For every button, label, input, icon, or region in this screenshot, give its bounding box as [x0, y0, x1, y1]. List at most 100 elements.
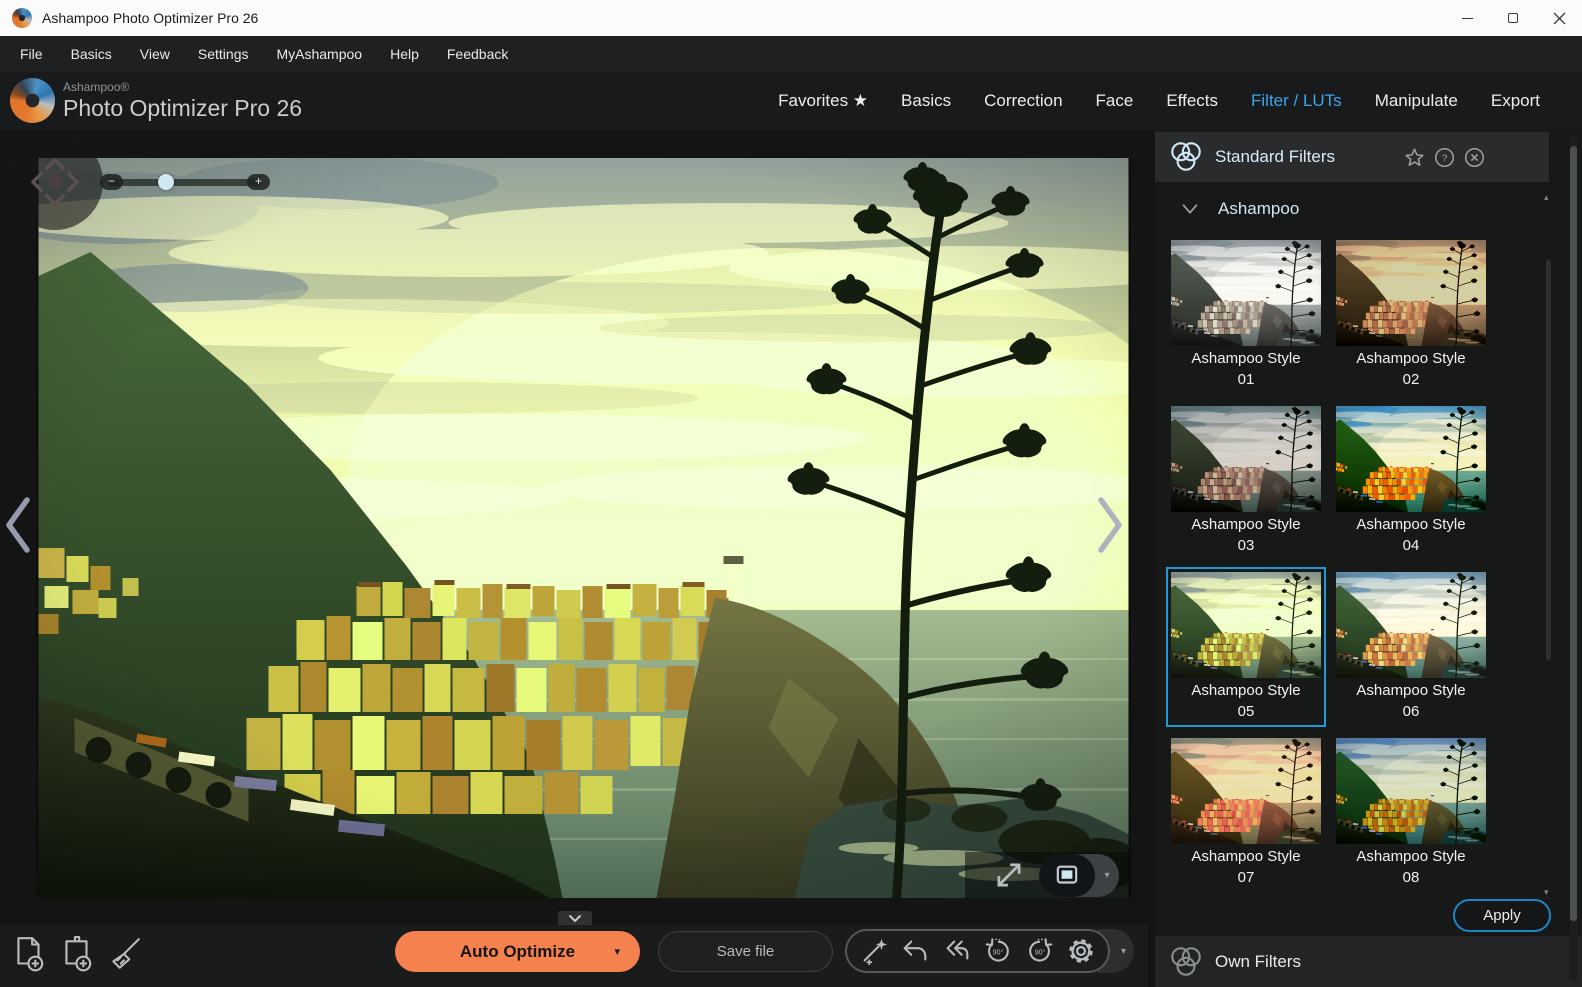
chevron-down-icon [568, 914, 582, 923]
menu-view[interactable]: View [126, 36, 184, 72]
collapse-toolbar-button[interactable] [558, 911, 592, 926]
close-button[interactable] [1536, 0, 1582, 36]
auto-optimize-label: Auto Optimize [460, 942, 575, 962]
filter-list-scrollbar[interactable] [1546, 230, 1551, 692]
filter-thumbnail [1171, 738, 1321, 844]
filter-number: 03 [1171, 535, 1321, 556]
menu-myashampoo[interactable]: MyAshampoo [262, 36, 376, 72]
pan-control[interactable] [7, 134, 103, 230]
tab-face[interactable]: Face [1096, 91, 1134, 111]
maximize-button[interactable] [1490, 0, 1536, 36]
filter-tile-03[interactable]: Ashampoo Style 03 [1166, 401, 1326, 561]
filter-tile-grid: Ashampoo Style 01 Ashampoo Style 02 As [1166, 235, 1496, 893]
scroll-down-icon[interactable]: ▾ [1544, 887, 1549, 898]
broom-icon [107, 935, 143, 973]
close-icon [1553, 12, 1566, 25]
photo-preview[interactable] [36, 158, 1131, 898]
apply-button[interactable]: Apply [1453, 899, 1551, 932]
filter-number: 04 [1336, 535, 1486, 556]
own-filters-label: Own Filters [1215, 952, 1301, 972]
filter-tile-02[interactable]: Ashampoo Style 02 [1331, 235, 1491, 395]
filter-tile-04[interactable]: Ashampoo Style 04 [1331, 401, 1491, 561]
menu-basics[interactable]: Basics [57, 36, 126, 72]
filter-thumbnail [1171, 406, 1321, 512]
tab-favorites[interactable]: Favorites ★ [778, 91, 868, 111]
auto-optimize-button[interactable]: Auto Optimize ▾ [395, 931, 640, 972]
filter-tile-01[interactable]: Ashampoo Style 01 [1166, 235, 1326, 395]
tab-manipulate[interactable]: Manipulate [1375, 91, 1458, 111]
panel-title: Standard Filters [1215, 147, 1404, 167]
standard-filters-icon [1167, 138, 1205, 176]
clear-list-button[interactable] [106, 932, 144, 976]
magic-wand-icon[interactable] [859, 936, 889, 966]
zoom-slider-track[interactable] [108, 179, 262, 186]
filter-number: 02 [1336, 369, 1486, 390]
help-icon[interactable]: ? [1434, 147, 1455, 168]
tools-dropdown-caret: ▾ [1121, 946, 1126, 957]
content-area: − + [0, 130, 1582, 987]
chevron-left-icon [0, 494, 36, 556]
favorite-star-icon[interactable] [1404, 147, 1425, 168]
filter-thumbnail [1336, 572, 1486, 678]
filter-name: Ashampoo Style [1336, 680, 1486, 701]
filter-number: 01 [1171, 369, 1321, 390]
tab-basics[interactable]: Basics [901, 91, 951, 111]
filter-tile-05-selected[interactable]: Ashampoo Style 05 [1166, 567, 1326, 727]
rotate-left-icon[interactable]: 90° [983, 936, 1013, 966]
rotate-right-icon[interactable]: 90° [1025, 936, 1055, 966]
scroll-up-icon[interactable]: ▴ [1544, 192, 1549, 203]
filter-list-scrollbar-thumb[interactable] [1546, 260, 1551, 660]
help-glyph: ? [1442, 152, 1448, 164]
rotate-right-label: 90° [1035, 948, 1046, 956]
next-image-button[interactable] [1092, 494, 1128, 556]
filter-number: 06 [1336, 701, 1486, 722]
auto-optimize-dropdown[interactable]: ▾ [614, 945, 620, 958]
filter-tile-08[interactable]: Ashampoo Style 08 [1331, 733, 1491, 893]
save-file-button[interactable]: Save file [658, 931, 833, 972]
panel-scrollbar-thumb[interactable] [1570, 146, 1577, 921]
tab-filter-luts[interactable]: Filter / LUTs [1251, 91, 1342, 111]
filters-panel: Standard Filters ? Ashampoo ▴ [1155, 130, 1582, 987]
add-image-button[interactable] [10, 932, 48, 976]
settings-gear-icon[interactable] [1066, 936, 1096, 966]
chevron-down-icon [1179, 198, 1201, 220]
filter-tile-label: Ashampoo Style 01 [1171, 348, 1321, 390]
minimize-button[interactable] [1444, 0, 1490, 36]
filter-name: Ashampoo Style [1336, 846, 1486, 867]
undo-icon[interactable] [900, 936, 930, 966]
photo-image [36, 158, 1131, 898]
compare-view-button[interactable] [1039, 854, 1095, 897]
add-images-button[interactable] [58, 932, 96, 976]
filter-group-header[interactable]: Ashampoo [1155, 192, 1549, 226]
undo-all-icon[interactable] [942, 936, 972, 966]
close-panel-icon[interactable] [1464, 147, 1485, 168]
tab-effects[interactable]: Effects [1166, 91, 1218, 111]
compare-view-toggle[interactable]: ▾ [1039, 854, 1119, 897]
zoom-slider: − + [100, 174, 270, 190]
own-filters-section[interactable]: Own Filters [1155, 936, 1582, 987]
zoom-out-button[interactable]: − [100, 174, 123, 190]
filter-tile-label: Ashampoo Style 02 [1336, 348, 1486, 390]
panel-scrollbar[interactable] [1570, 136, 1577, 981]
previous-image-button[interactable] [0, 494, 36, 556]
menu-help[interactable]: Help [376, 36, 433, 72]
tab-export[interactable]: Export [1491, 91, 1540, 111]
bottom-toolbar: Auto Optimize ▾ Save file ▾ [0, 925, 1148, 987]
menu-feedback[interactable]: Feedback [433, 36, 522, 72]
screen-icon [1052, 860, 1082, 890]
zoom-slider-handle[interactable] [158, 174, 174, 190]
filter-tile-06[interactable]: Ashampoo Style 06 [1331, 567, 1491, 727]
compare-view-dropdown[interactable]: ▾ [1095, 870, 1119, 881]
filter-thumbnail [1171, 240, 1321, 346]
photo-footer-controls: ▾ [965, 852, 1131, 898]
menu-settings[interactable]: Settings [184, 36, 263, 72]
menu-file[interactable]: File [6, 36, 57, 72]
add-image-icon [12, 935, 46, 973]
filter-tile-07[interactable]: Ashampoo Style 07 [1166, 733, 1326, 893]
tools-group: 90° 90° [845, 929, 1110, 973]
zoom-in-button[interactable]: + [247, 174, 270, 190]
filter-name: Ashampoo Style [1171, 514, 1321, 535]
app-logo-icon [12, 8, 32, 28]
fullscreen-button[interactable] [991, 857, 1027, 893]
tab-correction[interactable]: Correction [984, 91, 1062, 111]
